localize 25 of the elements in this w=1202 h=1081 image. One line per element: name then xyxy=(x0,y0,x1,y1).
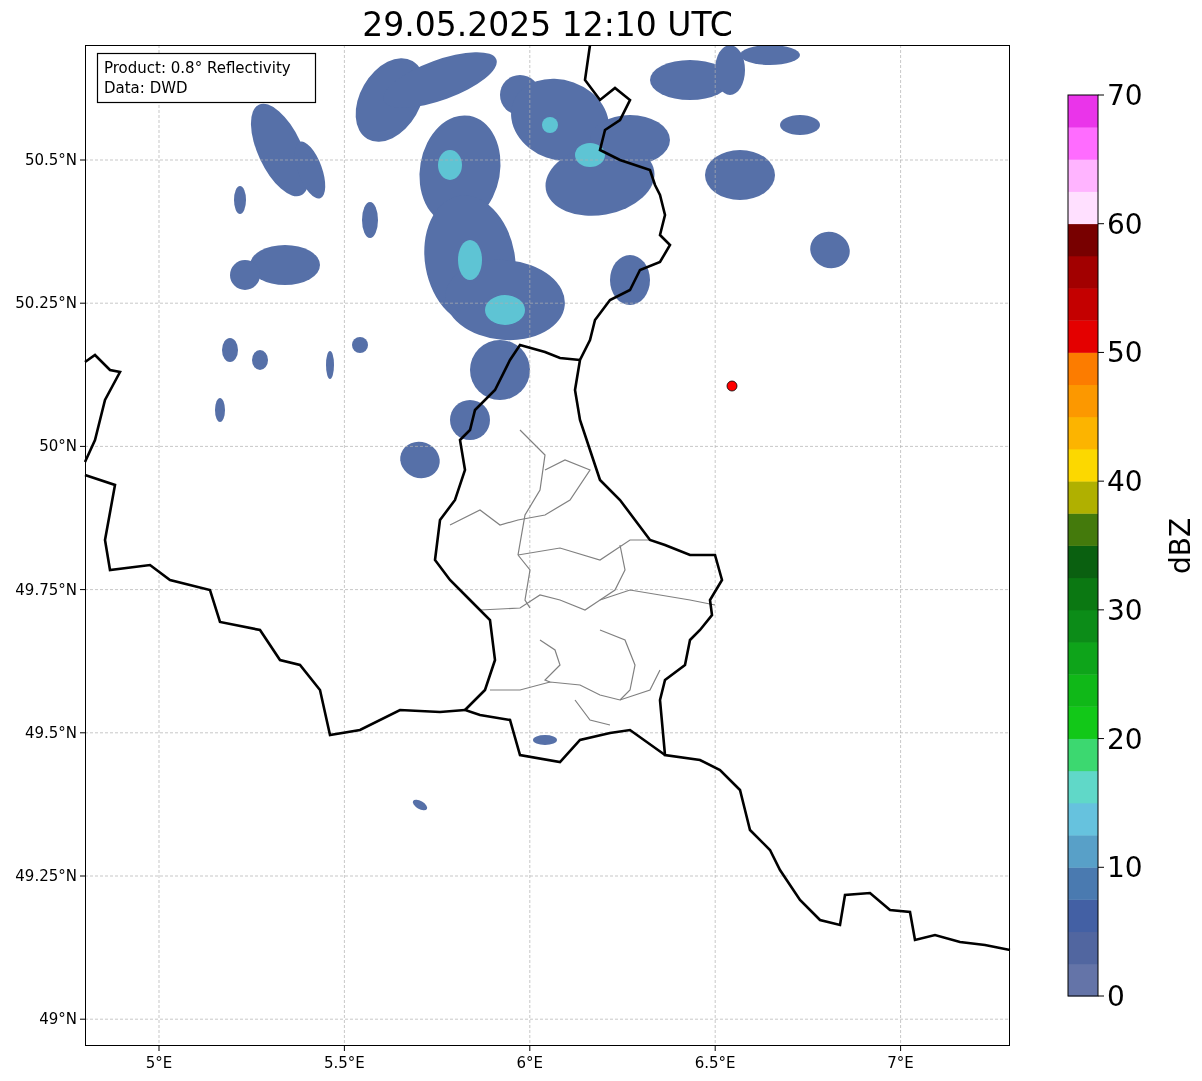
axis-tick-label: 49°N xyxy=(39,1010,77,1029)
axis-tick-label: 50.25°N xyxy=(15,294,77,313)
axis-tick-label: 5.5°E xyxy=(324,1054,365,1072)
axis-tick-label: 6.5°E xyxy=(694,1054,736,1072)
colorbar-tick-label: 50 xyxy=(1107,336,1143,370)
axis-tick-label: 7°E xyxy=(887,1054,914,1072)
info-text: Data: DWD xyxy=(104,79,188,97)
chart-title: 29.05.2025 12:10 UTC xyxy=(362,5,733,45)
axis-tick-label: 49.5°N xyxy=(24,723,77,742)
axis-tick-label: 50.5°N xyxy=(24,151,77,169)
colorbar-tick-label: 70 xyxy=(1107,79,1143,112)
colorbar-label: dBZ xyxy=(1164,517,1197,575)
colorbar-tick-label: 30 xyxy=(1107,593,1143,627)
colorbar-tick-label: 0 xyxy=(1107,980,1125,1013)
colorbar-tick-label: 10 xyxy=(1107,851,1143,885)
colorbar-tick-label: 20 xyxy=(1107,722,1143,756)
info-text: Product: 0.8° Reflectivity xyxy=(104,59,291,77)
axis-tick-label: 5°E xyxy=(145,1054,173,1072)
axis-tick-label: 50°N xyxy=(39,437,77,456)
axis-tick-label: 49.75°N xyxy=(15,580,77,599)
axis-tick-label: 49.25°N xyxy=(15,867,77,885)
radar-site-marker xyxy=(726,380,738,392)
colorbar-tick-label: 60 xyxy=(1107,207,1143,241)
axis-tick-label: 6°E xyxy=(516,1054,544,1072)
colorbar-tick-label: 40 xyxy=(1107,465,1143,499)
